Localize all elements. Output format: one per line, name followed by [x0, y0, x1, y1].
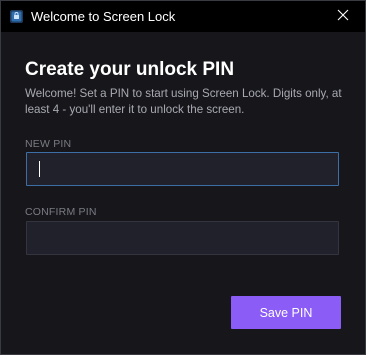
dialog-window: Welcome to Screen Lock Create your unloc…	[0, 0, 366, 355]
page-title: Create your unlock PIN	[25, 59, 235, 80]
description-text: Welcome! Set a PIN to start using Screen…	[25, 87, 342, 116]
window-title: Welcome to Screen Lock	[31, 9, 176, 24]
confirm-pin-field[interactable]	[26, 221, 339, 255]
close-button[interactable]	[321, 1, 365, 32]
text-caret	[39, 161, 40, 177]
lock-app-icon	[10, 10, 23, 23]
new-pin-label: NEW PIN	[25, 138, 72, 150]
close-icon	[337, 8, 349, 26]
new-pin-field[interactable]	[26, 152, 339, 186]
save-pin-button[interactable]: Save PIN	[231, 296, 341, 329]
confirm-pin-label: CONFIRM PIN	[25, 206, 97, 218]
title-bar[interactable]: Welcome to Screen Lock	[1, 1, 365, 32]
